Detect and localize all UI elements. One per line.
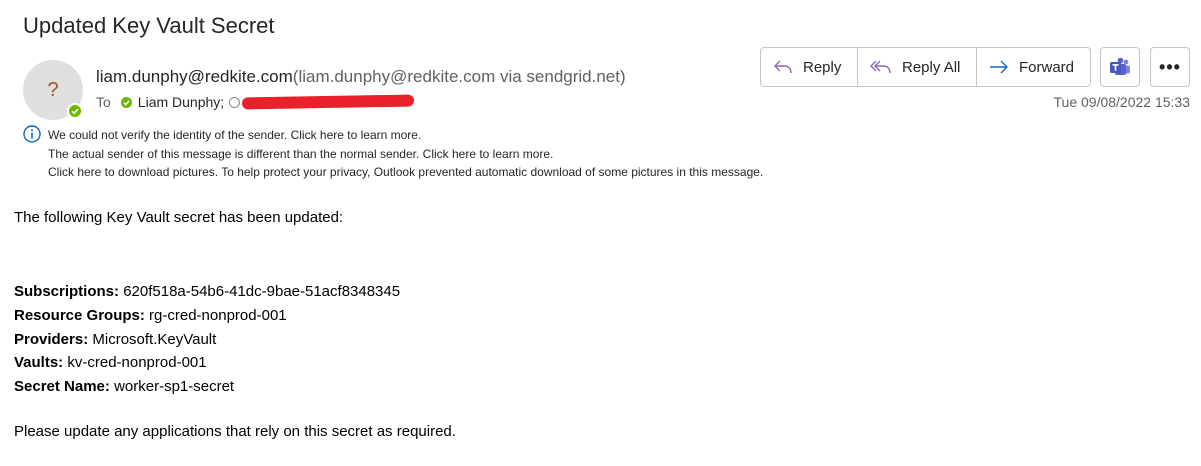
presence-available-icon	[67, 103, 83, 119]
reply-label: Reply	[803, 58, 842, 76]
forward-icon	[990, 60, 1008, 74]
field-resource-groups: Resource Groups: rg-cred-nonprod-001	[14, 304, 400, 328]
teams-icon	[1110, 57, 1130, 75]
body-intro: The following Key Vault secret has been …	[14, 209, 344, 226]
reply-all-label: Reply All	[902, 58, 961, 76]
secret-details: Subscriptions: 620f518a-54b6-41dc-9bae-5…	[14, 280, 400, 399]
field-label: Resource Groups:	[14, 306, 145, 324]
body-closing: Please update any applications that rely…	[14, 423, 456, 440]
to-label: To	[96, 94, 111, 110]
field-value: Microsoft.KeyVault	[92, 330, 217, 348]
info-line-sender[interactable]: The actual sender of this message is dif…	[48, 145, 763, 164]
forward-button[interactable]: Forward	[977, 48, 1090, 86]
sender-email[interactable]: liam.dunphy@redkite.com	[96, 67, 293, 86]
reply-icon	[774, 60, 792, 74]
action-button-group: Reply Reply All Forward	[760, 47, 1091, 87]
info-line-identity[interactable]: We could not verify the identity of the …	[48, 126, 763, 145]
field-label: Subscriptions:	[14, 283, 120, 300]
sender-line[interactable]: liam.dunphy@redkite.com(liam.dunphy@redk…	[96, 67, 626, 87]
teams-button[interactable]	[1100, 47, 1140, 87]
info-line-pictures[interactable]: Click here to download pictures. To help…	[48, 163, 763, 182]
field-subscriptions: Subscriptions: 620f518a-54b6-41dc-9bae-5…	[14, 280, 400, 304]
field-label: Vaults:	[14, 354, 64, 372]
recipient-unknown-status-icon	[229, 96, 241, 108]
field-vaults: Vaults: kv-cred-nonprod-001	[14, 351, 400, 375]
forward-label: Forward	[1019, 58, 1075, 76]
field-label: Providers:	[14, 330, 89, 348]
received-datetime: Tue 09/08/2022 15:33	[1053, 94, 1191, 110]
recipient-name[interactable]: Liam Dunphy;	[138, 94, 224, 110]
field-value: 620f518a-54b6-41dc-9bae-51acf8348345	[123, 283, 401, 300]
more-actions-button[interactable]: •••	[1150, 47, 1190, 87]
sender-via: (liam.dunphy@redkite.com via sendgrid.ne…	[292, 67, 626, 86]
field-secret-name: Secret Name: worker-sp1-secret	[14, 375, 400, 399]
reply-button[interactable]: Reply	[761, 48, 858, 86]
reply-all-icon	[870, 60, 891, 74]
field-label: Secret Name:	[14, 378, 110, 396]
recipient-available-icon	[120, 96, 132, 108]
field-providers: Providers: Microsoft.KeyVault	[14, 328, 400, 352]
field-value: kv-cred-nonprod-001	[67, 354, 207, 372]
field-value: rg-cred-nonprod-001	[149, 306, 287, 324]
email-subject: Updated Key Vault Secret	[23, 13, 275, 38]
recipients-line: To Liam Dunphy;	[96, 94, 415, 110]
redacted-recipient	[242, 94, 415, 110]
info-icon	[23, 125, 41, 143]
field-value: worker-sp1-secret	[114, 378, 235, 396]
info-bar[interactable]: We could not verify the identity of the …	[48, 126, 763, 182]
reply-all-button[interactable]: Reply All	[858, 48, 977, 86]
